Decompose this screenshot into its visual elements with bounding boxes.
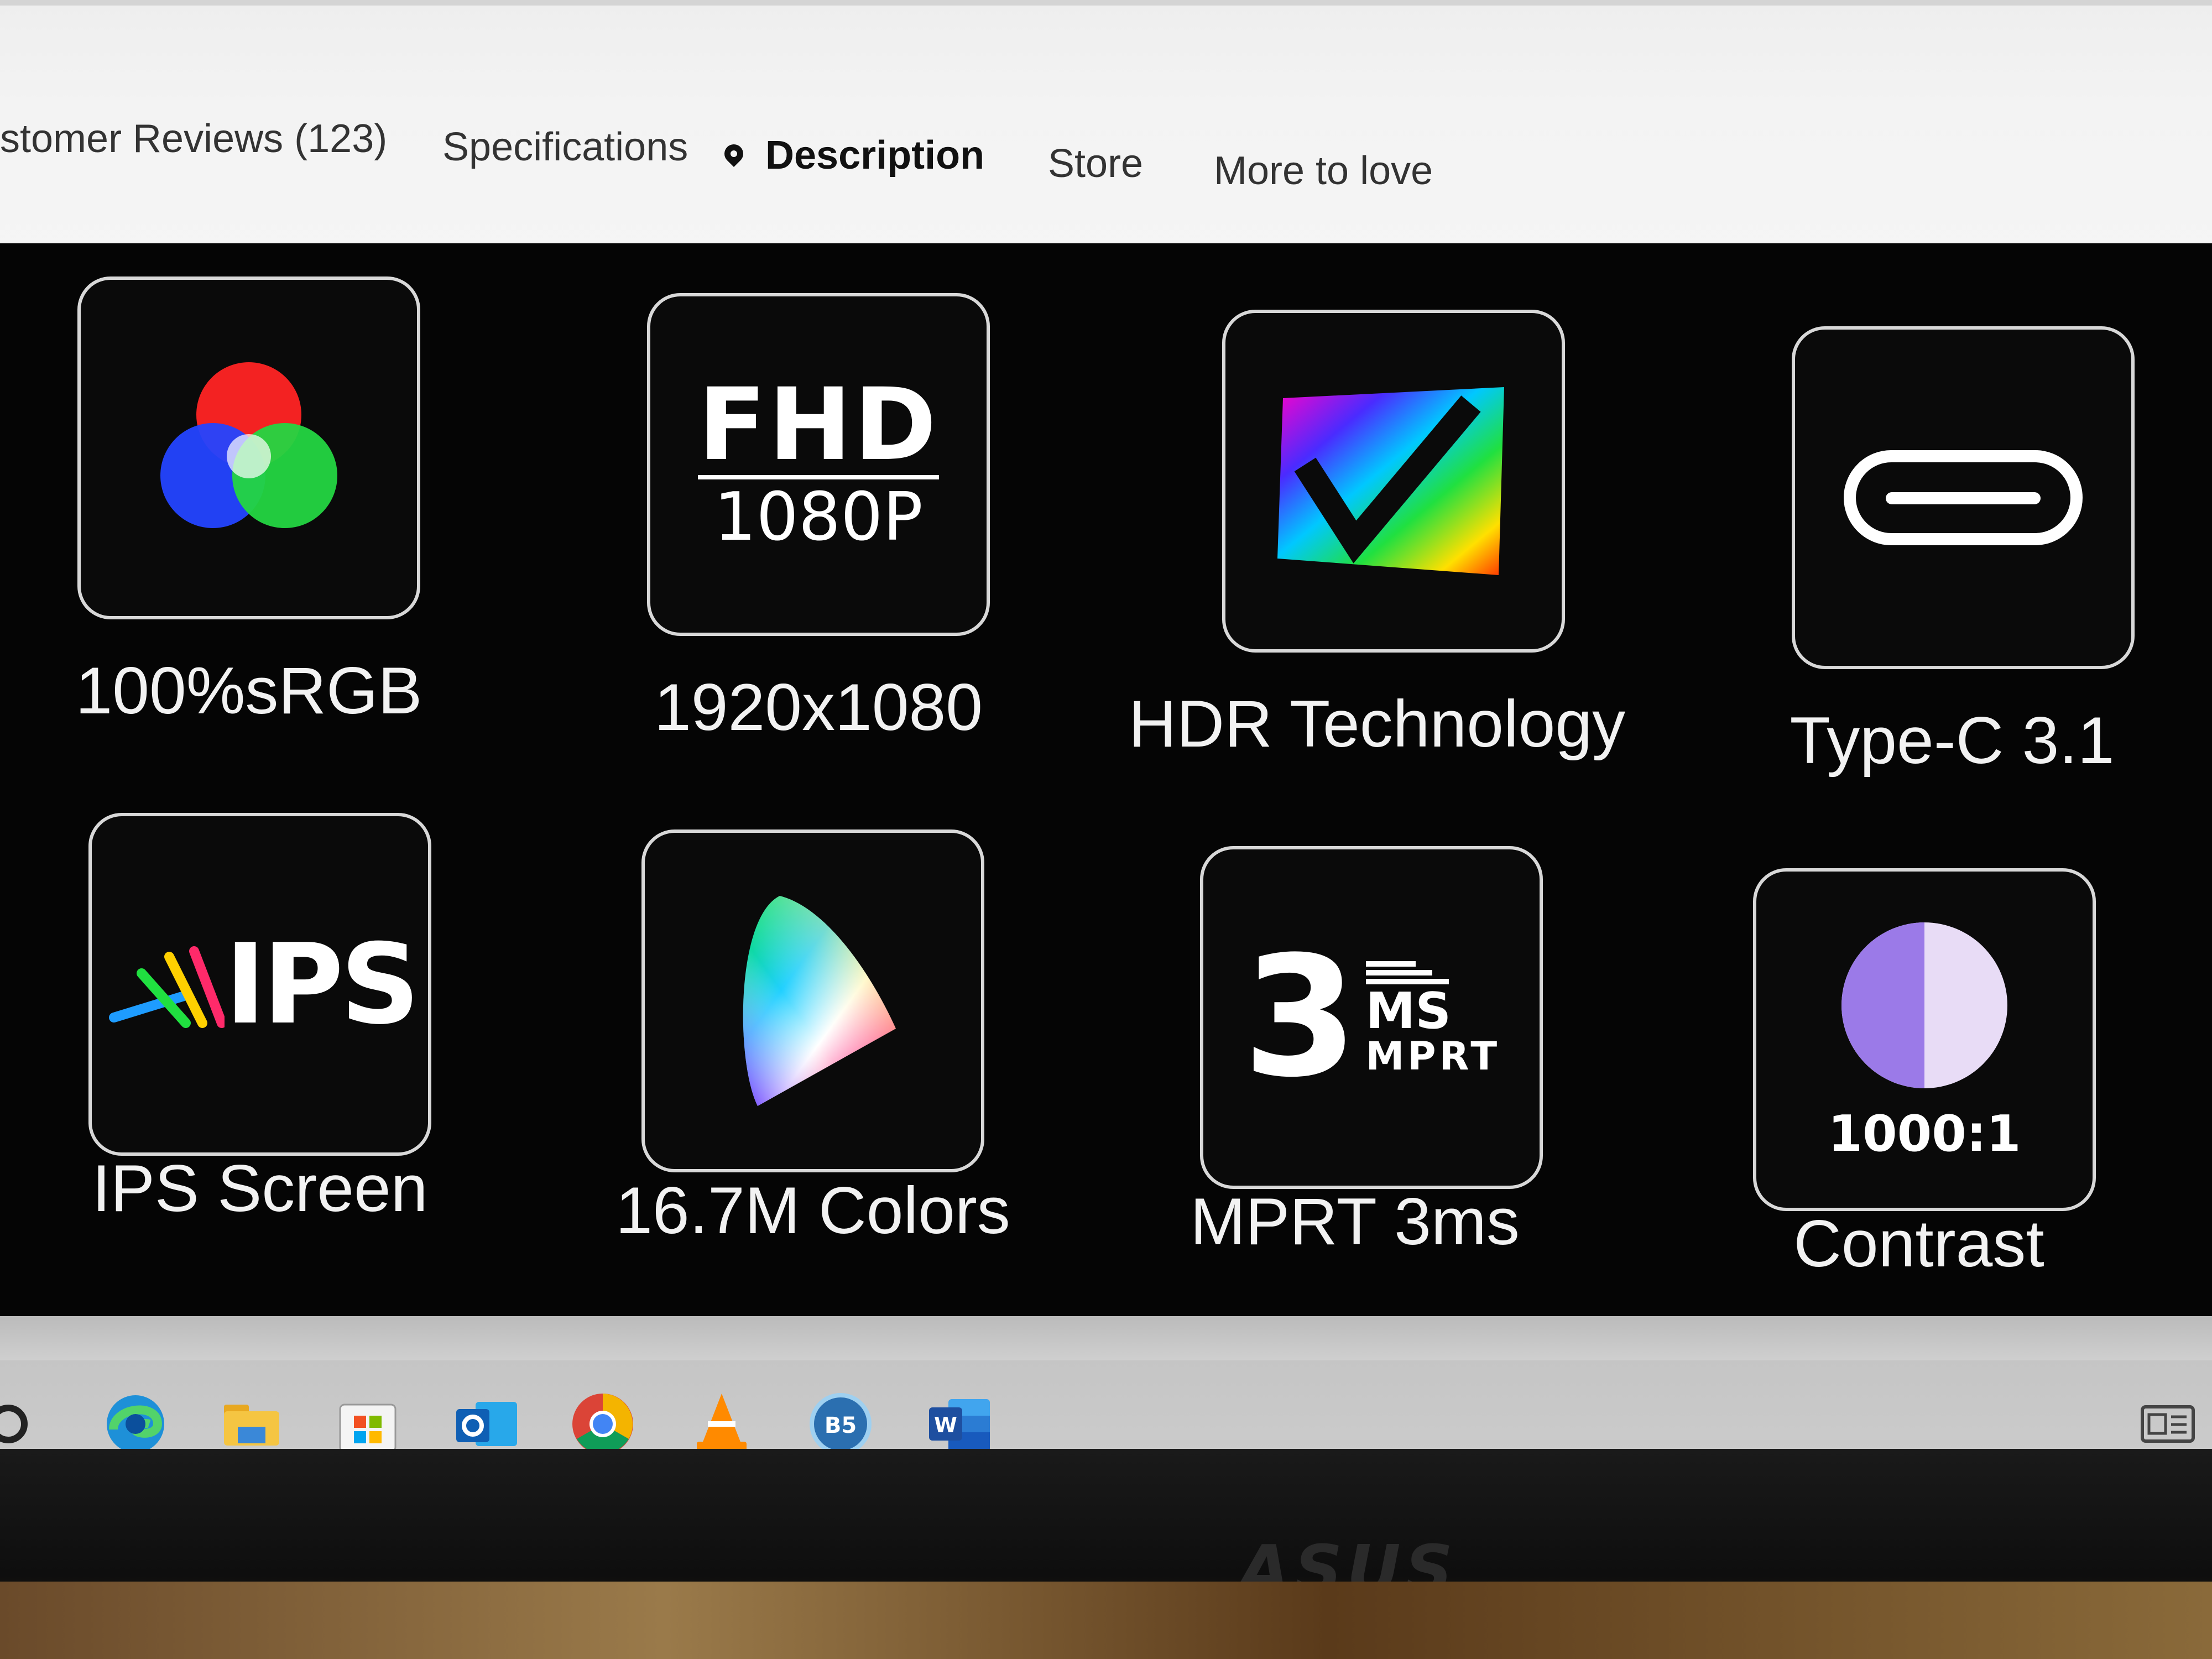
taskbar-news-widget[interactable] (2135, 1399, 2201, 1449)
media-app-icon: B5 (810, 1393, 872, 1449)
contrast-ratio-text: 1000:1 (1828, 1104, 2021, 1163)
taskbar-outlook[interactable] (445, 1383, 528, 1449)
ips-icon-text: IPS (225, 920, 420, 1049)
search-icon (0, 1405, 28, 1443)
word-icon: W (929, 1399, 990, 1449)
feature-card-ips: IPS (88, 813, 431, 1156)
fhd-icon-sub-text: 1080P (698, 475, 939, 554)
rgb-circles-icon (160, 362, 337, 528)
feature-label-hdr: HDR Technology (1128, 687, 1626, 761)
tab-specifications[interactable]: Specifications (442, 124, 688, 170)
tab-customer-reviews[interactable]: stomer Reviews (123) (0, 116, 387, 161)
location-pin-icon (720, 140, 748, 168)
feature-label-colors: 16.7M Colors (615, 1173, 1010, 1248)
feature-label-typec: Type-C 3.1 (1790, 703, 2115, 778)
taskbar-vlc[interactable] (680, 1383, 763, 1449)
tab-store[interactable]: Store (1048, 141, 1143, 186)
mprt-icon: 3 MS MPRT (1243, 935, 1500, 1100)
tab-description[interactable]: Description (720, 133, 985, 178)
media-app-icon-text: B5 (825, 1413, 857, 1438)
taskbar-word[interactable]: W (918, 1383, 1001, 1449)
chrome-icon (572, 1394, 633, 1449)
feature-panel: 100%sRGB FHD 1080P 1920x1080 HDR Technol… (0, 243, 2212, 1316)
feature-card-srgb (77, 276, 420, 619)
product-nav-bar: stomer Reviews (123) Specifications Desc… (0, 0, 2212, 260)
feature-card-typec (1792, 326, 2135, 669)
vlc-icon (697, 1394, 747, 1449)
taskbar-search[interactable] (0, 1383, 50, 1449)
color-gamut-icon (743, 896, 896, 1106)
feature-card-colors (641, 830, 984, 1172)
feature-label-resolution: 1920x1080 (654, 670, 983, 744)
tab-more-to-love[interactable]: More to love (1214, 148, 1433, 194)
ips-color-stripes-icon (109, 946, 225, 1028)
mprt-icon-mprt-text: MPRT (1365, 1034, 1501, 1079)
feature-label-ips: IPS Screen (92, 1151, 428, 1225)
desk-background (0, 1582, 2212, 1659)
contrast-icon-group: 1000:1 (1828, 917, 2021, 1163)
file-explorer-icon (224, 1405, 279, 1446)
fhd-icon: FHD 1080P (698, 367, 939, 554)
taskbar: B5 W (0, 1360, 2212, 1449)
monitor-screen: stomer Reviews (123) Specifications Desc… (0, 0, 2212, 1449)
mprt-icon-ms-text: MS (1365, 982, 1452, 1040)
edge-icon (107, 1395, 164, 1449)
taskbar-file-explorer[interactable] (210, 1383, 293, 1449)
hdr-check-icon (1277, 387, 1504, 575)
news-widget-icon (2141, 1405, 2195, 1443)
word-icon-text: W (934, 1413, 957, 1437)
page-bottom-bar (0, 1316, 2212, 1360)
top-divider (0, 0, 2212, 6)
mprt-icon-number: 3 (1242, 921, 1358, 1114)
usb-c-port-icon (1844, 450, 2083, 545)
taskbar-store[interactable] (326, 1383, 409, 1449)
contrast-pie-icon (1841, 922, 2007, 1088)
feature-label-mprt: MPRT 3ms (1190, 1185, 1520, 1259)
feature-card-contrast: 1000:1 (1753, 868, 2096, 1211)
microsoft-store-icon (339, 1404, 397, 1449)
taskbar-media-app[interactable]: B5 (799, 1383, 882, 1449)
outlook-icon (456, 1402, 517, 1446)
taskbar-edge[interactable] (94, 1383, 177, 1449)
feature-label-srgb: 100%sRGB (75, 654, 422, 728)
feature-label-contrast: Contrast (1793, 1207, 2044, 1281)
tab-description-label: Description (765, 133, 985, 178)
feature-card-resolution: FHD 1080P (647, 293, 990, 636)
fhd-icon-main-text: FHD (698, 367, 939, 483)
feature-card-mprt: 3 MS MPRT (1200, 846, 1543, 1189)
ips-icon: IPS (103, 920, 420, 1049)
taskbar-chrome[interactable] (561, 1383, 644, 1449)
feature-card-hdr (1222, 310, 1565, 653)
